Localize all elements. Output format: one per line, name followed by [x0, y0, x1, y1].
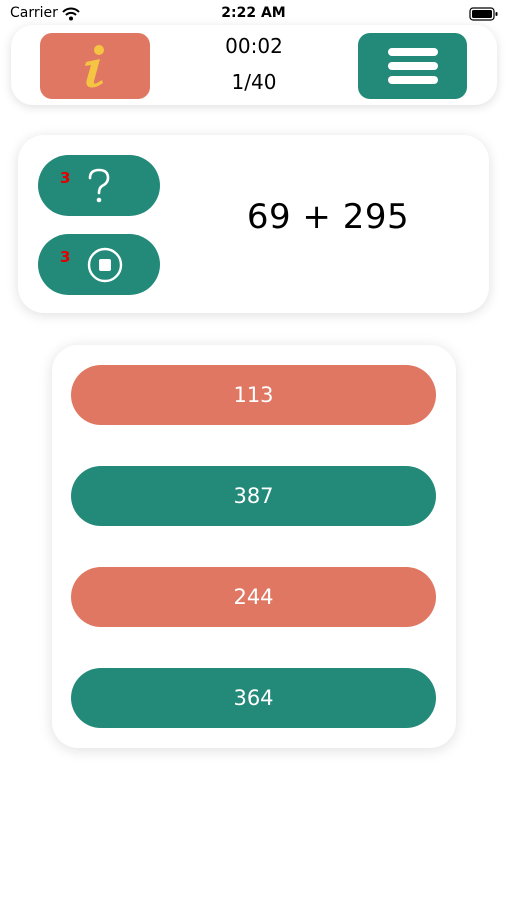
answer-button[interactable]: 113 [71, 365, 436, 425]
info-button[interactable] [40, 33, 150, 99]
answer-button[interactable]: 364 [71, 668, 436, 728]
stop-count: 3 [60, 248, 71, 266]
question-progress: 1/40 [231, 70, 277, 94]
stop-timer-button[interactable]: 3 [38, 234, 160, 295]
timer: 00:02 [225, 34, 283, 58]
equation: 69 + 295 [246, 197, 410, 237]
info-icon [85, 45, 104, 88]
question-card: 3 3 69 + 295 [18, 135, 489, 313]
answer-button[interactable]: 387 [71, 466, 436, 526]
menu-button[interactable] [358, 33, 467, 99]
stop-circle-icon [87, 247, 123, 283]
question-mark-icon [88, 168, 110, 203]
battery-icon [469, 6, 499, 25]
answer-button[interactable]: 244 [71, 567, 436, 627]
status-time: 2:22 AM [221, 5, 286, 21]
hint-button[interactable]: 3 [38, 155, 160, 216]
status-bar: Carrier 2:22 AM [0, 0, 507, 28]
answers-card: 113 387 244 364 [52, 345, 456, 748]
hint-count: 3 [60, 169, 71, 187]
header-card: 00:02 1/40 [11, 25, 497, 105]
